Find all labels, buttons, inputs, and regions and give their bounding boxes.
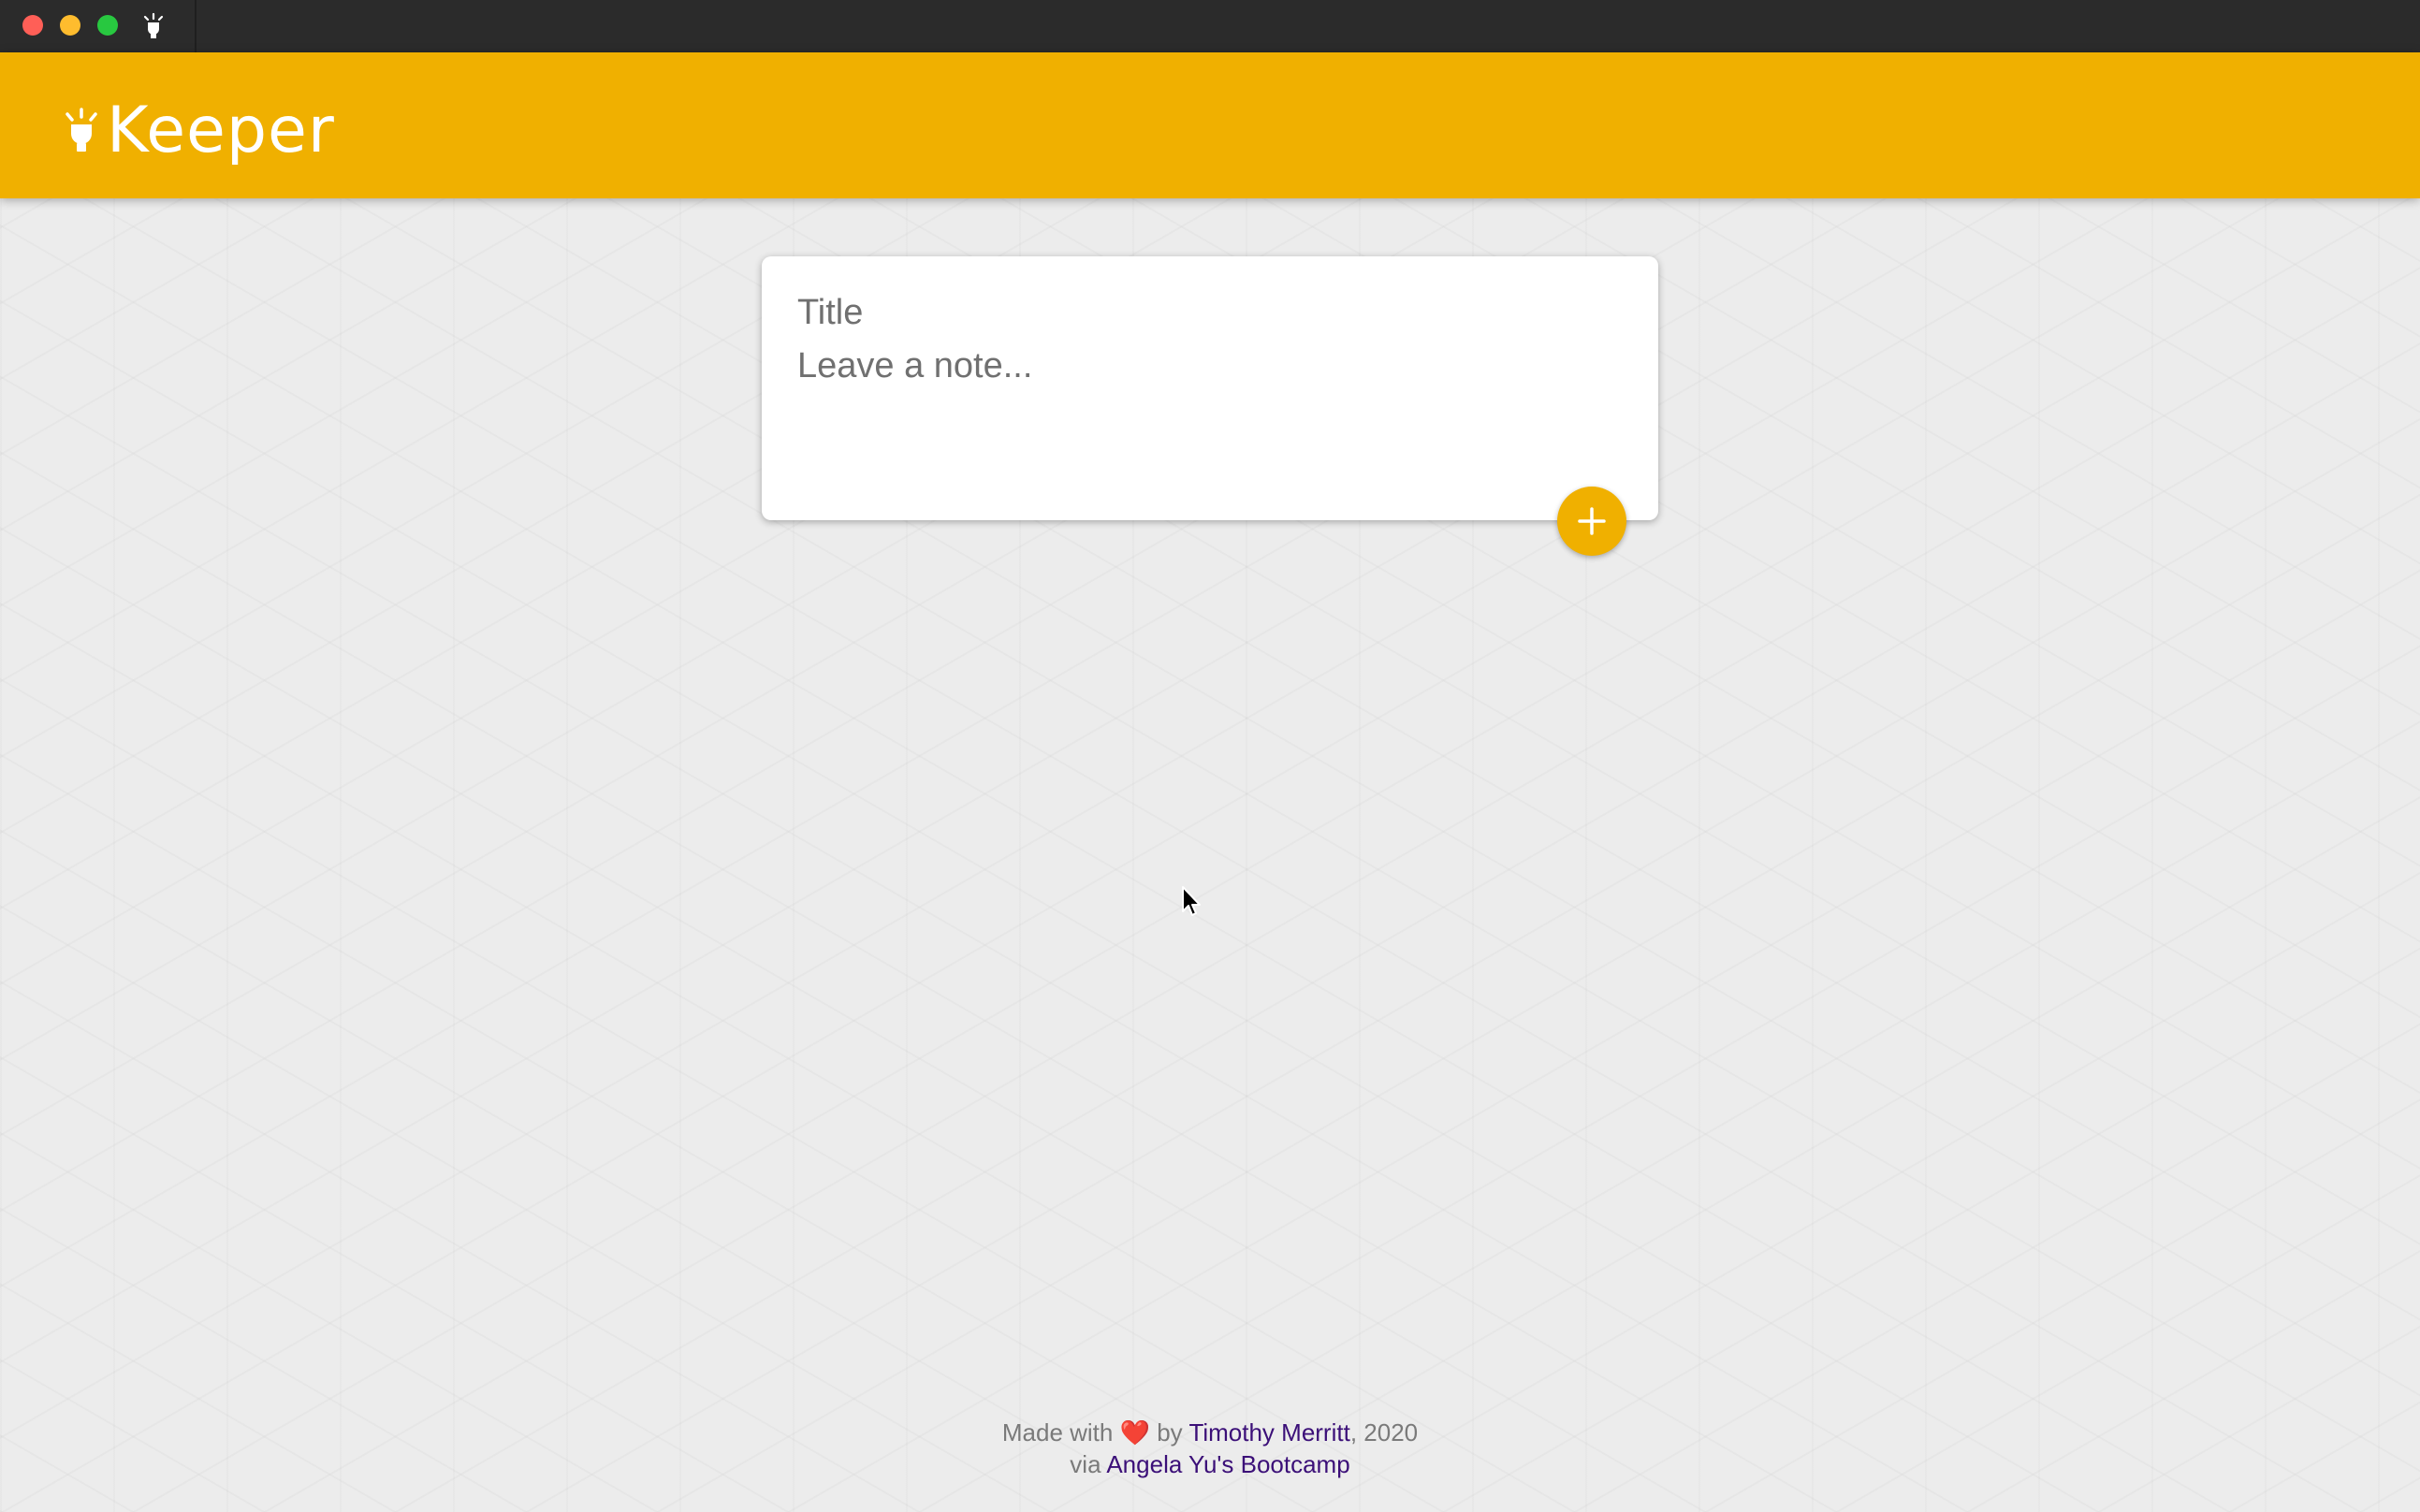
footer-made-with: Made with [1001,1418,1114,1447]
page-footer: Made with ❤️ by Timothy Merritt, 2020 vi… [0,1417,2420,1480]
footer-year: , 2020 [1349,1418,1419,1447]
course-link[interactable]: Angela Yu's Bootcamp [1106,1450,1349,1478]
plus-icon [1578,507,1606,535]
lightbulb-icon [143,12,164,38]
note-content-input[interactable] [797,346,1621,487]
footer-credit-line: Made with ❤️ by Timothy Merritt, 2020 [0,1417,2420,1448]
author-link[interactable]: Timothy Merritt [1188,1418,1349,1447]
window-maximize-button[interactable] [97,15,118,36]
note-composer [762,256,1658,520]
footer-via-line: via Angela Yu's Bootcamp [0,1448,2420,1480]
heart-icon: ❤️ [1119,1418,1150,1447]
add-note-button[interactable] [1557,487,1626,556]
window-minimize-button[interactable] [60,15,80,36]
app-title: Keeper [107,94,335,167]
footer-by: by [1157,1418,1183,1447]
footer-via: via [1070,1450,1101,1478]
app-header: Keeper [0,52,2420,198]
note-title-input[interactable] [797,286,1621,339]
window-close-button[interactable] [22,15,43,36]
tab-divider [195,0,197,52]
brand[interactable]: Keeper [62,99,335,163]
mouse-cursor-icon [1182,886,1201,916]
lightbulb-icon [66,108,97,152]
window-title-bar [0,0,2420,52]
